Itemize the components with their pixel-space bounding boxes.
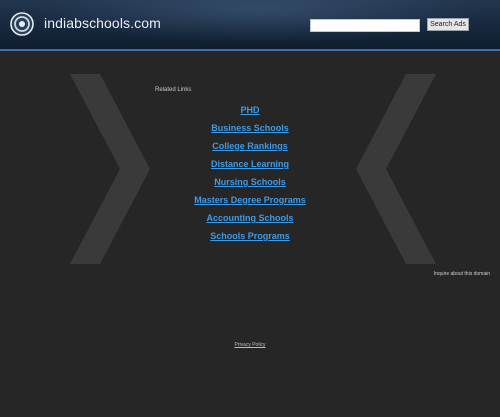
related-link[interactable]: College Rankings: [212, 141, 288, 151]
site-name[interactable]: indiabschools.com: [44, 15, 161, 31]
related-links-label: Related Links: [155, 87, 192, 93]
chevron-left-icon: [70, 74, 150, 264]
related-link[interactable]: Distance Learning: [211, 159, 289, 169]
privacy-policy-link[interactable]: Privacy Policy: [234, 342, 265, 348]
list-item: Schools Programs: [150, 226, 350, 244]
related-links-list: PHD Business Schools College Rankings Di…: [150, 100, 350, 244]
related-link[interactable]: PHD: [240, 105, 259, 115]
list-item: Distance Learning: [150, 154, 350, 172]
related-link[interactable]: Nursing Schools: [214, 177, 286, 187]
related-link[interactable]: Schools Programs: [210, 231, 290, 241]
list-item: Nursing Schools: [150, 172, 350, 190]
search-ads-button[interactable]: Search Ads: [427, 18, 469, 31]
list-item: Business Schools: [150, 118, 350, 136]
related-link[interactable]: Business Schools: [211, 123, 289, 133]
site-header: indiabschools.com Search Ads: [0, 0, 500, 49]
header-accent-line: [0, 49, 500, 51]
list-item: Accounting Schools: [150, 208, 350, 226]
list-item: Masters Degree Programs: [150, 190, 350, 208]
list-item: PHD: [150, 100, 350, 118]
inquire-domain-link[interactable]: Inquire about this domain: [434, 271, 490, 277]
footer: Privacy Policy: [0, 333, 500, 351]
circle-logo-icon: [10, 12, 34, 36]
search-input[interactable]: [310, 19, 420, 32]
list-item: College Rankings: [150, 136, 350, 154]
chevron-right-icon: [356, 74, 436, 264]
related-link[interactable]: Accounting Schools: [206, 213, 293, 223]
related-link[interactable]: Masters Degree Programs: [194, 195, 306, 205]
